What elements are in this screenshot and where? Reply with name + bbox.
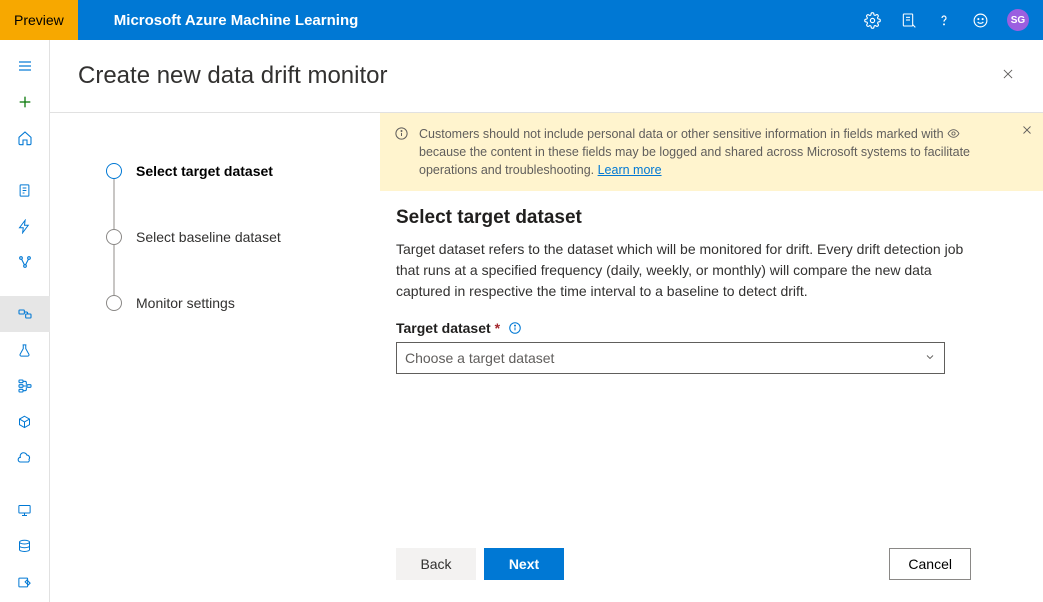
step-radio-icon <box>106 163 122 179</box>
designer-nodes-icon[interactable] <box>0 244 50 280</box>
section-description: Target dataset refers to the dataset whi… <box>396 239 971 302</box>
panel-title: Create new data drift monitor <box>78 62 387 90</box>
step-radio-icon <box>106 295 122 311</box>
automl-bolt-icon[interactable] <box>0 208 50 244</box>
next-button[interactable]: Next <box>484 548 564 580</box>
panel-header: Create new data drift monitor <box>50 40 1043 113</box>
wizard-stepper: Select target dataset Select baseline da… <box>50 113 380 602</box>
app-title: Microsoft Azure Machine Learning <box>114 12 863 29</box>
left-nav-rail <box>0 40 50 602</box>
datasets-icon[interactable] <box>0 296 50 332</box>
help-icon[interactable] <box>935 11 953 29</box>
step-monitor-settings[interactable]: Monitor settings <box>106 295 356 311</box>
user-avatar[interactable]: SG <box>1007 9 1029 31</box>
step-connector <box>113 245 115 295</box>
datastores-db-icon[interactable] <box>0 528 50 564</box>
endpoints-cloud-icon[interactable] <box>0 440 50 476</box>
new-plus-icon[interactable] <box>0 84 50 120</box>
step-label: Select target dataset <box>136 163 273 179</box>
settings-gear-icon[interactable] <box>863 11 881 29</box>
learn-more-link[interactable]: Learn more <box>598 163 662 177</box>
privacy-info-banner: Customers should not include personal da… <box>380 113 1043 191</box>
topbar-actions: SG <box>863 9 1043 31</box>
wizard-footer: Back Next Cancel <box>380 532 1043 602</box>
target-dataset-dropdown[interactable]: Choose a target dataset <box>396 342 945 374</box>
back-button[interactable]: Back <box>396 548 476 580</box>
close-panel-button[interactable] <box>1001 67 1015 86</box>
step-label: Monitor settings <box>136 295 235 311</box>
eye-icon <box>947 127 960 141</box>
field-info-icon[interactable] <box>508 321 522 335</box>
cancel-button[interactable]: Cancel <box>889 548 971 580</box>
banner-close-button[interactable] <box>1021 123 1033 141</box>
main-panel: Create new data drift monitor Select tar… <box>50 40 1043 602</box>
experiments-flask-icon[interactable] <box>0 332 50 368</box>
notebook-icon[interactable] <box>899 11 917 29</box>
step-label: Select baseline dataset <box>136 229 281 245</box>
step-connector <box>113 179 115 229</box>
target-dataset-label: Target dataset * <box>396 320 971 336</box>
labeling-edit-icon[interactable] <box>0 564 50 600</box>
notebooks-icon[interactable] <box>0 172 50 208</box>
top-nav-bar: Preview Microsoft Azure Machine Learning… <box>0 0 1043 40</box>
models-cube-icon[interactable] <box>0 404 50 440</box>
compute-monitor-icon[interactable] <box>0 492 50 528</box>
banner-text: Customers should not include personal da… <box>419 125 1007 179</box>
step-select-baseline-dataset[interactable]: Select baseline dataset <box>106 229 356 245</box>
chevron-down-icon <box>924 350 936 366</box>
step-radio-icon <box>106 229 122 245</box>
preview-badge: Preview <box>0 0 78 40</box>
menu-hamburger-icon[interactable] <box>0 48 50 84</box>
step-select-target-dataset[interactable]: Select target dataset <box>106 163 356 179</box>
home-icon[interactable] <box>0 120 50 156</box>
required-mark: * <box>495 320 500 336</box>
pipelines-icon[interactable] <box>0 368 50 404</box>
content-area: Customers should not include personal da… <box>380 113 1043 602</box>
dropdown-placeholder: Choose a target dataset <box>405 350 554 366</box>
section-title: Select target dataset <box>396 207 971 229</box>
feedback-smiley-icon[interactable] <box>971 11 989 29</box>
info-icon <box>394 126 409 179</box>
